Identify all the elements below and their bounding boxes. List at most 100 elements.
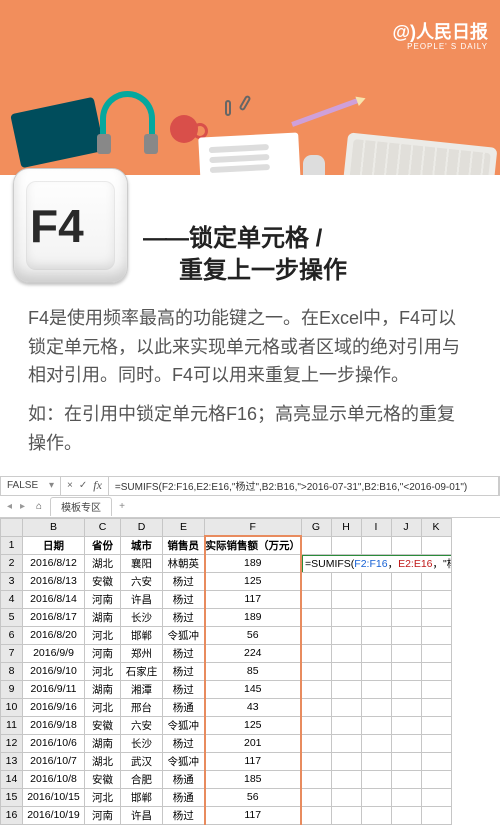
col-header[interactable]: G bbox=[301, 518, 331, 536]
tab-nav-prev-icon[interactable]: ◂ bbox=[4, 501, 15, 512]
row-header[interactable]: 3 bbox=[1, 572, 23, 590]
cell[interactable]: 杨通 bbox=[163, 770, 205, 788]
col-header[interactable]: K bbox=[421, 518, 451, 536]
row-header[interactable]: 7 bbox=[1, 644, 23, 662]
tab-nav-next-icon[interactable]: ▸ bbox=[17, 501, 28, 512]
cell[interactable]: 六安 bbox=[121, 716, 163, 734]
cell[interactable]: 杨过 bbox=[163, 608, 205, 626]
cell[interactable]: 189 bbox=[205, 554, 302, 572]
cell[interactable]: 杨过 bbox=[163, 734, 205, 752]
cell[interactable]: 145 bbox=[205, 680, 302, 698]
cell[interactable]: 石家庄 bbox=[121, 662, 163, 680]
row-header[interactable]: 1 bbox=[1, 536, 23, 554]
cell[interactable]: 189 bbox=[205, 608, 302, 626]
cell[interactable]: 117 bbox=[205, 590, 302, 608]
sheet-tab[interactable]: 模板专区 bbox=[50, 497, 112, 516]
cell[interactable]: 武汉 bbox=[121, 752, 163, 770]
row-header[interactable]: 12 bbox=[1, 734, 23, 752]
row-header[interactable]: 5 bbox=[1, 608, 23, 626]
formula-input[interactable]: =SUMIFS(F2:F16,E2:E16,"杨过",B2:B16,">2016… bbox=[109, 477, 499, 495]
row-header[interactable]: 9 bbox=[1, 680, 23, 698]
col-header[interactable]: B bbox=[23, 518, 85, 536]
cell[interactable]: 河北 bbox=[85, 626, 121, 644]
cell[interactable]: 117 bbox=[205, 752, 302, 770]
row-header[interactable]: 2 bbox=[1, 554, 23, 572]
cell[interactable]: 2016/8/13 bbox=[23, 572, 85, 590]
cell[interactable]: 125 bbox=[205, 716, 302, 734]
cell[interactable]: 2016/9/18 bbox=[23, 716, 85, 734]
cell[interactable]: 2016/8/12 bbox=[23, 554, 85, 572]
cell[interactable]: 湖北 bbox=[85, 752, 121, 770]
fx-icon[interactable]: fx bbox=[93, 478, 102, 493]
cell[interactable]: 河北 bbox=[85, 662, 121, 680]
cell[interactable]: 实际销售额（万元） bbox=[205, 536, 302, 554]
col-header[interactable]: I bbox=[361, 518, 391, 536]
cancel-icon[interactable]: × bbox=[67, 480, 73, 491]
cell[interactable]: 邯郸 bbox=[121, 788, 163, 806]
cell[interactable]: 185 bbox=[205, 770, 302, 788]
cell[interactable]: 85 bbox=[205, 662, 302, 680]
cell[interactable]: 邢台 bbox=[121, 698, 163, 716]
cell[interactable]: 河北 bbox=[85, 788, 121, 806]
col-header[interactable]: C bbox=[85, 518, 121, 536]
cell[interactable]: 43 bbox=[205, 698, 302, 716]
cell[interactable]: 2016/9/11 bbox=[23, 680, 85, 698]
cell[interactable]: 杨过 bbox=[163, 590, 205, 608]
cell[interactable]: 河南 bbox=[85, 644, 121, 662]
row-header[interactable]: 11 bbox=[1, 716, 23, 734]
row-header[interactable]: 6 bbox=[1, 626, 23, 644]
row-header[interactable]: 14 bbox=[1, 770, 23, 788]
row-header[interactable]: 13 bbox=[1, 752, 23, 770]
col-header[interactable]: H bbox=[331, 518, 361, 536]
cell[interactable]: 长沙 bbox=[121, 734, 163, 752]
cell[interactable]: 湖南 bbox=[85, 734, 121, 752]
add-sheet-icon[interactable]: + bbox=[114, 501, 130, 512]
home-icon[interactable]: ⌂ bbox=[30, 497, 48, 515]
cell[interactable]: 令狐冲 bbox=[163, 626, 205, 644]
cell[interactable]: 林朝英 bbox=[163, 554, 205, 572]
cell[interactable]: 224 bbox=[205, 644, 302, 662]
cell[interactable]: 201 bbox=[205, 734, 302, 752]
cell[interactable]: 六安 bbox=[121, 572, 163, 590]
cell[interactable]: 河南 bbox=[85, 590, 121, 608]
cell[interactable]: 杨过 bbox=[163, 806, 205, 824]
cell[interactable]: 2016/9/16 bbox=[23, 698, 85, 716]
name-box[interactable]: FALSE▾ bbox=[1, 477, 61, 495]
cell[interactable]: 湘潭 bbox=[121, 680, 163, 698]
cell[interactable]: 2016/10/15 bbox=[23, 788, 85, 806]
cell[interactable]: 湖南 bbox=[85, 608, 121, 626]
cell[interactable]: 安徽 bbox=[85, 572, 121, 590]
cell[interactable]: 56 bbox=[205, 788, 302, 806]
cell[interactable]: 125 bbox=[205, 572, 302, 590]
cell[interactable]: 117 bbox=[205, 806, 302, 824]
col-header[interactable]: J bbox=[391, 518, 421, 536]
cell[interactable]: 杨过 bbox=[163, 572, 205, 590]
cell[interactable]: 许昌 bbox=[121, 590, 163, 608]
confirm-icon[interactable]: ✓ bbox=[79, 480, 87, 491]
row-header[interactable]: 10 bbox=[1, 698, 23, 716]
row-header[interactable]: 4 bbox=[1, 590, 23, 608]
cell[interactable]: 2016/8/20 bbox=[23, 626, 85, 644]
cell[interactable]: 2016/9/10 bbox=[23, 662, 85, 680]
cell[interactable]: 2016/10/19 bbox=[23, 806, 85, 824]
cell[interactable]: 襄阳 bbox=[121, 554, 163, 572]
cell[interactable]: 安徽 bbox=[85, 716, 121, 734]
cell[interactable]: 2016/8/14 bbox=[23, 590, 85, 608]
editing-cell[interactable]: =SUMIFS(F2:F16，E2:E16，"杨过"，B2:B16，">201 bbox=[301, 554, 451, 572]
cell[interactable]: 2016/8/17 bbox=[23, 608, 85, 626]
cell[interactable]: 郑州 bbox=[121, 644, 163, 662]
cell[interactable]: 2016/10/8 bbox=[23, 770, 85, 788]
cell[interactable]: 长沙 bbox=[121, 608, 163, 626]
cell[interactable]: 许昌 bbox=[121, 806, 163, 824]
cell[interactable]: 安徽 bbox=[85, 770, 121, 788]
cell[interactable]: 杨通 bbox=[163, 698, 205, 716]
row-header[interactable]: 16 bbox=[1, 806, 23, 824]
cell[interactable]: 邯郸 bbox=[121, 626, 163, 644]
cell[interactable]: 湖北 bbox=[85, 554, 121, 572]
cell[interactable]: 省份 bbox=[85, 536, 121, 554]
row-header[interactable]: 8 bbox=[1, 662, 23, 680]
cell[interactable]: 合肥 bbox=[121, 770, 163, 788]
cell[interactable]: 杨过 bbox=[163, 680, 205, 698]
col-header[interactable]: F bbox=[205, 518, 302, 536]
cell[interactable]: 2016/10/6 bbox=[23, 734, 85, 752]
